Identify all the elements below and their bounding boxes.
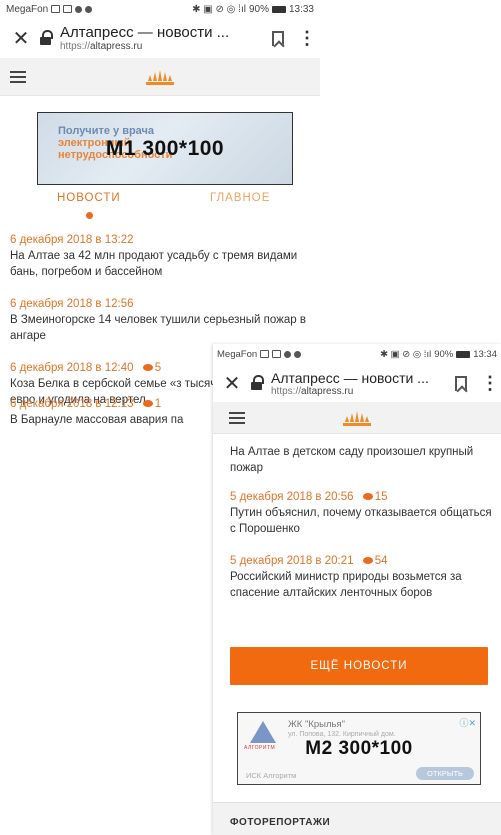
hamburger-icon[interactable] xyxy=(10,70,26,83)
address-bar[interactable]: Алтапресс — новости ... https://altapres… xyxy=(60,24,258,52)
sun-logo-icon[interactable] xyxy=(142,68,178,86)
notification-icon xyxy=(51,5,61,13)
news-item[interactable]: 6 декабря 2018 в 13:22 На Алтае за 42 мл… xyxy=(10,234,310,280)
news-tabs: НОВОСТИ ГЛАВНОЕ xyxy=(0,192,320,222)
comment-count: 15 xyxy=(374,491,388,503)
clock: 13:33 xyxy=(288,3,314,15)
ad-banner-m2[interactable]: АЛГОРИТМ ЖК "Крылья" ул. Попова, 132. Ки… xyxy=(237,712,481,785)
comment-icon xyxy=(142,400,153,408)
vk-icon xyxy=(85,5,93,13)
site-header xyxy=(0,58,320,96)
signal-icons: ✱ ▣ ⊘ ◎ ⁞ıl xyxy=(380,348,432,360)
news-date: 6 декабря 2018 в 12:56 xyxy=(10,298,134,310)
bookmark-icon[interactable] xyxy=(272,30,284,46)
tab-news[interactable]: НОВОСТИ xyxy=(57,192,121,204)
screenshot-2: MegaFon ✱ ▣ ⊘ ◎ ⁞ıl 90% 13:34 ✕ Алтапрес… xyxy=(213,344,501,835)
comment-count: 54 xyxy=(374,555,388,567)
news-date: 6 декабря 2018 в 13:22 xyxy=(10,234,134,246)
notification-icon xyxy=(260,350,270,358)
more-news-button[interactable]: ЕЩЁ НОВОСТИ xyxy=(230,647,488,685)
ad-banner-m1[interactable]: Получите у врача электронный нетрудоспос… xyxy=(37,112,293,185)
sun-logo-icon[interactable] xyxy=(339,409,375,427)
ad-open-button[interactable]: ОТКРЫТЬ xyxy=(416,767,474,780)
hamburger-icon[interactable] xyxy=(229,411,245,424)
news-item[interactable]: 6 декабря 2018 в 12:56 В Змеиногорске 14… xyxy=(10,298,310,344)
browser-toolbar: ✕ Алтапресс — новости ... https://altapr… xyxy=(213,364,501,402)
news-date: 5 декабря 2018 в 20:21 54 xyxy=(230,555,388,567)
status-bar: MegaFon ✱ ▣ ⊘ ◎ ⁞ıl 90% 13:33 xyxy=(0,0,320,18)
ad-company: ИСК Алгоритм xyxy=(246,771,297,780)
ad-info-icon[interactable]: ⓘ✕ xyxy=(459,716,476,729)
news-headline[interactable]: Путин объяснил, почему отказывается обща… xyxy=(230,505,492,537)
page-url: https://altapress.ru xyxy=(271,385,354,397)
ad-placeholder-label: M1 300*100 xyxy=(105,136,225,160)
address-bar[interactable]: Алтапресс — новости ... https://altapres… xyxy=(271,370,441,397)
ad-title: ЖК "Крылья" xyxy=(288,719,345,730)
comment-icon xyxy=(362,557,373,565)
news-headline[interactable]: На Алтае за 42 млн продают усадьбу с тре… xyxy=(10,248,310,280)
comment-icon xyxy=(142,364,153,372)
site-header xyxy=(213,402,501,434)
battery-icon xyxy=(456,350,471,358)
comment-icon xyxy=(362,493,373,501)
message-icon xyxy=(272,350,282,358)
more-vert-icon[interactable]: ⋮ xyxy=(481,374,499,392)
section-title-photo-reports: ФОТОРЕПОРТАЖИ xyxy=(213,802,501,835)
news-item[interactable]: 5 декабря 2018 в 20:56 15 Путин объяснил… xyxy=(230,491,492,537)
battery-icon xyxy=(271,5,286,13)
developer-logo: АЛГОРИТМ xyxy=(244,721,282,755)
news-headline[interactable]: В Змеиногорске 14 человек тушили серьезн… xyxy=(10,312,310,344)
more-vert-icon[interactable]: ⋮ xyxy=(298,29,316,47)
battery-level: 90% xyxy=(248,3,269,15)
page-url: https://altapress.ru xyxy=(60,41,143,52)
active-tab-indicator xyxy=(86,212,93,219)
page-title: Алтапресс — новости ... xyxy=(271,369,429,386)
chat-icon xyxy=(75,5,83,13)
news-headline[interactable]: Российский министр природы возьмется за … xyxy=(230,569,492,601)
news-date: 5 декабря 2018 в 20:56 15 xyxy=(230,491,388,503)
clock: 13:34 xyxy=(473,348,497,360)
carrier-name: MegaFon xyxy=(217,348,258,360)
browser-toolbar: ✕ Алтапресс — новости ... https://altapr… xyxy=(0,18,320,58)
comment-count: 1 xyxy=(154,398,162,410)
signal-icons: ✱ ▣ ⊘ ◎ ⁞ıl xyxy=(192,3,246,15)
battery-level: 90% xyxy=(434,348,454,360)
status-bar: MegaFon ✱ ▣ ⊘ ◎ ⁞ıl 90% 13:34 xyxy=(213,344,501,364)
tab-main[interactable]: ГЛАВНОЕ xyxy=(210,192,270,204)
message-icon xyxy=(63,5,73,13)
comment-count: 5 xyxy=(154,362,162,374)
chat-icon xyxy=(284,350,292,358)
vk-icon xyxy=(294,350,302,358)
close-icon[interactable]: ✕ xyxy=(8,26,34,51)
news-item[interactable]: 5 декабря 2018 в 20:21 54 Российский мин… xyxy=(230,555,492,601)
carrier-name: MegaFon xyxy=(6,3,49,15)
lock-icon[interactable] xyxy=(249,374,265,392)
close-icon[interactable]: ✕ xyxy=(219,371,245,396)
lock-icon[interactable] xyxy=(38,29,54,47)
news-headline[interactable]: На Алтае в детском саду произошел крупны… xyxy=(230,444,492,476)
ad-placeholder-label: M2 300*100 xyxy=(305,737,413,759)
news-item[interactable]: На Алтае в детском саду произошел крупны… xyxy=(230,444,492,476)
page-title: Алтапресс — новости ... xyxy=(60,24,230,41)
bookmark-icon[interactable] xyxy=(455,375,467,391)
